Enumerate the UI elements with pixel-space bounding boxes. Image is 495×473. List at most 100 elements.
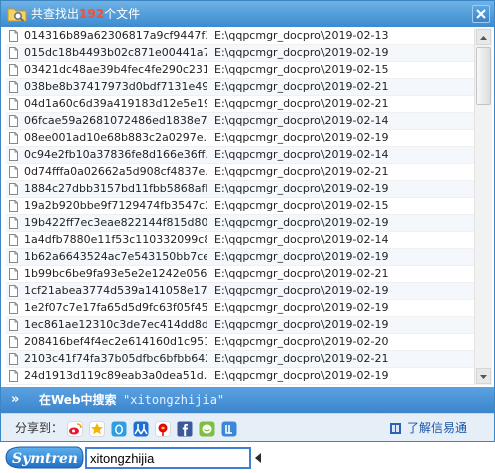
file-row[interactable]: 1884c27dbb3157bd11fbb5868afb... E:\qqpcmg… xyxy=(6,181,476,198)
qq-icon[interactable] xyxy=(111,421,127,437)
double-arrow-icon: » xyxy=(11,392,20,407)
file-icon xyxy=(9,81,18,93)
file-icon xyxy=(9,217,18,229)
file-row[interactable]: 24d1913d119c89eab3a0dea51d... E:\qqpcmgr_… xyxy=(6,368,476,385)
scroll-thumb[interactable] xyxy=(476,47,491,105)
file-name: 1b99bc6be9fa93e5e2e1242e056... xyxy=(24,267,207,280)
file-name: 19b422ff7ec3eae822144f815d80... xyxy=(24,216,207,229)
file-icon xyxy=(9,302,18,314)
qzone-star-icon[interactable] xyxy=(89,421,105,437)
file-path: E:\qqpcmgr_docpro\2019-02-14 xyxy=(214,233,389,246)
scroll-down-arrow-icon xyxy=(480,375,487,379)
file-icon xyxy=(9,115,18,127)
file-icon xyxy=(9,149,18,161)
file-name: 03421dc48ae39b4fec4fe290c231... xyxy=(24,63,207,76)
search-input[interactable] xyxy=(85,447,251,469)
file-row[interactable]: 1a4dfb7880e11f53c110332099c8... E:\qqpcmg… xyxy=(6,232,476,249)
web-search-query[interactable]: "xitongzhijia" xyxy=(123,387,224,413)
web-search-bar[interactable]: » 在Web中搜索 "xitongzhijia" xyxy=(1,387,494,413)
file-path: E:\qqpcmgr_docpro\2019-02-19 xyxy=(214,131,389,144)
file-row[interactable]: 04d1a60c6d39a419183d12e5e19... E:\qqpcmgr… xyxy=(6,96,476,113)
title-suffix: 个文件 xyxy=(104,7,141,21)
result-count: 192 xyxy=(79,7,105,21)
web-search-label[interactable]: 在Web中搜索 xyxy=(39,387,117,413)
file-name: 208416bef4f4ec2e614160d1c951... xyxy=(24,335,207,348)
search-results-window: 共查找出192个文件 014316b89a62306817a9cf9447f3.… xyxy=(0,0,495,442)
close-icon xyxy=(476,9,486,19)
vertical-scrollbar[interactable] xyxy=(474,28,492,385)
file-name: 1b62a6643524ac7e543150bb7ce... xyxy=(24,250,207,263)
file-icon xyxy=(9,353,18,365)
file-row[interactable]: 08ee001ad10e68b883c2a0297e... E:\qqpcmgr_… xyxy=(6,130,476,147)
renren-icon[interactable] xyxy=(133,421,149,437)
file-name: 0d74fffa0a02662a5d908cf4837e... xyxy=(24,165,207,178)
file-row[interactable]: 0d74fffa0a02662a5d908cf4837e... E:\qqpcmg… xyxy=(6,164,476,181)
title-prefix: 共查找出 xyxy=(31,7,80,21)
file-path: E:\qqpcmgr_docpro\2019-02-21 xyxy=(214,97,389,110)
file-path: E:\qqpcmgr_docpro\2019-02-19 xyxy=(214,318,389,331)
search-submit-arrow-icon[interactable] xyxy=(254,453,262,463)
facebook-icon[interactable] xyxy=(177,421,193,437)
file-path: E:\qqpcmgr_docpro\2019-02-21 xyxy=(214,165,389,178)
scroll-down-button[interactable] xyxy=(476,368,491,384)
file-path: E:\qqpcmgr_docpro\2019-02-21 xyxy=(214,80,389,93)
file-path: E:\qqpcmgr_docpro\2019-02-13 xyxy=(214,29,389,42)
file-row[interactable]: 19a2b920bbe9f7129474fb3547c2... E:\qqpcmg… xyxy=(6,198,476,215)
file-row[interactable]: 1ec861ae12310c3de7ec414dd8d... E:\qqpcmgr… xyxy=(6,317,476,334)
file-path: E:\qqpcmgr_docpro\2019-02-21 xyxy=(214,267,389,280)
file-path: E:\qqpcmgr_docpro\2019-02-19 xyxy=(214,250,389,263)
file-name: 06fcae59a2681072486ed1838e7... xyxy=(24,114,207,127)
file-icon xyxy=(9,30,18,42)
file-path: E:\qqpcmgr_docpro\2019-02-19 xyxy=(214,369,389,382)
file-name: 038be8b37417973d0bdf7131e49f... xyxy=(24,80,207,93)
scroll-up-button[interactable] xyxy=(476,29,491,45)
file-path: E:\qqpcmgr_docpro\2019-02-15 xyxy=(214,199,389,212)
weibo-icon[interactable] xyxy=(67,421,83,437)
file-row[interactable]: 0c94e2fb10a37836fe8d166e36ff... E:\qqpcmg… xyxy=(6,147,476,164)
file-icon xyxy=(9,234,18,246)
file-icon xyxy=(9,98,18,110)
file-icon xyxy=(9,47,18,59)
file-name: 015dc18b4493b02c871e00441a7... xyxy=(24,46,207,59)
file-icon xyxy=(9,200,18,212)
file-icon xyxy=(9,251,18,263)
file-row[interactable]: 1b99bc6be9fa93e5e2e1242e056... E:\qqpcmgr… xyxy=(6,266,476,283)
file-icon xyxy=(9,132,18,144)
file-row[interactable]: 1b62a6643524ac7e543150bb7ce... E:\qqpcmgr… xyxy=(6,249,476,266)
file-name: 19a2b920bbe9f7129474fb3547c2... xyxy=(24,199,207,212)
file-list[interactable]: 014316b89a62306817a9cf9447f3... E:\qqpcmg… xyxy=(6,28,476,385)
file-path: E:\qqpcmgr_docpro\2019-02-19 xyxy=(214,182,389,195)
file-row[interactable]: 1e2f07c7e17fa65d5d9fc63f05f45... E:\qqpcm… xyxy=(6,300,476,317)
file-path: E:\qqpcmgr_docpro\2019-02-19 xyxy=(214,46,389,59)
file-row[interactable]: 1cf21abea3774d539a141058e17... E:\qqpcmgr… xyxy=(6,283,476,300)
file-name: 0c94e2fb10a37836fe8d166e36ff... xyxy=(24,148,207,161)
file-row[interactable]: 014316b89a62306817a9cf9447f3... E:\qqpcmg… xyxy=(6,28,476,45)
file-icon xyxy=(9,285,18,297)
file-name: 1e2f07c7e17fa65d5d9fc63f05f45... xyxy=(24,301,207,314)
book-icon[interactable] xyxy=(389,422,402,435)
learn-more-link[interactable]: 了解信易通 xyxy=(407,414,467,442)
file-row[interactable]: 03421dc48ae39b4fec4fe290c231... E:\qqpcmg… xyxy=(6,62,476,79)
file-row[interactable]: 19b422ff7ec3eae822144f815d80... E:\qqpcmg… xyxy=(6,215,476,232)
file-name: 1a4dfb7880e11f53c110332099c8... xyxy=(24,233,207,246)
close-button[interactable] xyxy=(472,5,490,23)
file-path: E:\qqpcmgr_docpro\2019-02-19 xyxy=(214,284,389,297)
scroll-up-arrow-icon xyxy=(480,36,487,40)
file-row[interactable]: 06fcae59a2681072486ed1838e7... E:\qqpcmgr… xyxy=(6,113,476,130)
file-row[interactable]: 038be8b37417973d0bdf7131e49f... E:\qqpcmg… xyxy=(6,79,476,96)
share-label: 分享到： xyxy=(15,421,64,435)
tieba-icon[interactable] xyxy=(221,421,237,437)
file-row[interactable]: 208416bef4f4ec2e614160d1c951... E:\qqpcmg… xyxy=(6,334,476,351)
file-name: 2103c41f74fa37b05dfbc6bfbb642... xyxy=(24,352,207,365)
file-row[interactable]: 015dc18b4493b02c871e00441a7... E:\qqpcmgr… xyxy=(6,45,476,62)
file-path: E:\qqpcmgr_docpro\2019-02-15 xyxy=(214,63,389,76)
title-bar[interactable]: 共查找出192个文件 xyxy=(1,1,494,27)
file-icon xyxy=(9,183,18,195)
sohu-icon[interactable] xyxy=(155,421,171,437)
file-path: E:\qqpcmgr_docpro\2019-02-19 xyxy=(214,216,389,229)
kaixin-icon[interactable] xyxy=(199,421,215,437)
file-row[interactable]: 2103c41f74fa37b05dfbc6bfbb642... E:\qqpcm… xyxy=(6,351,476,368)
results-title: 共查找出192个文件 xyxy=(31,1,140,27)
file-icon xyxy=(9,268,18,280)
file-name: 014316b89a62306817a9cf9447f3... xyxy=(24,29,207,42)
